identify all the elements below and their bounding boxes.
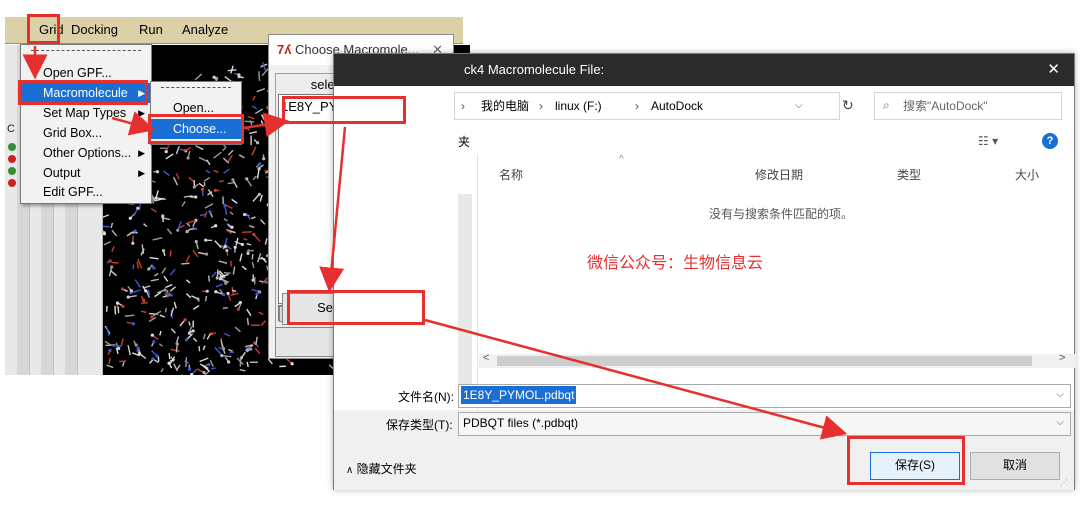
arrow-to-choose	[111, 111, 156, 136]
annotation-arrows	[22, 46, 848, 440]
arrow-choose-to-molecule	[243, 112, 290, 138]
arrow-select-to-save	[424, 318, 848, 440]
arrow-molecule-to-select	[319, 126, 347, 293]
